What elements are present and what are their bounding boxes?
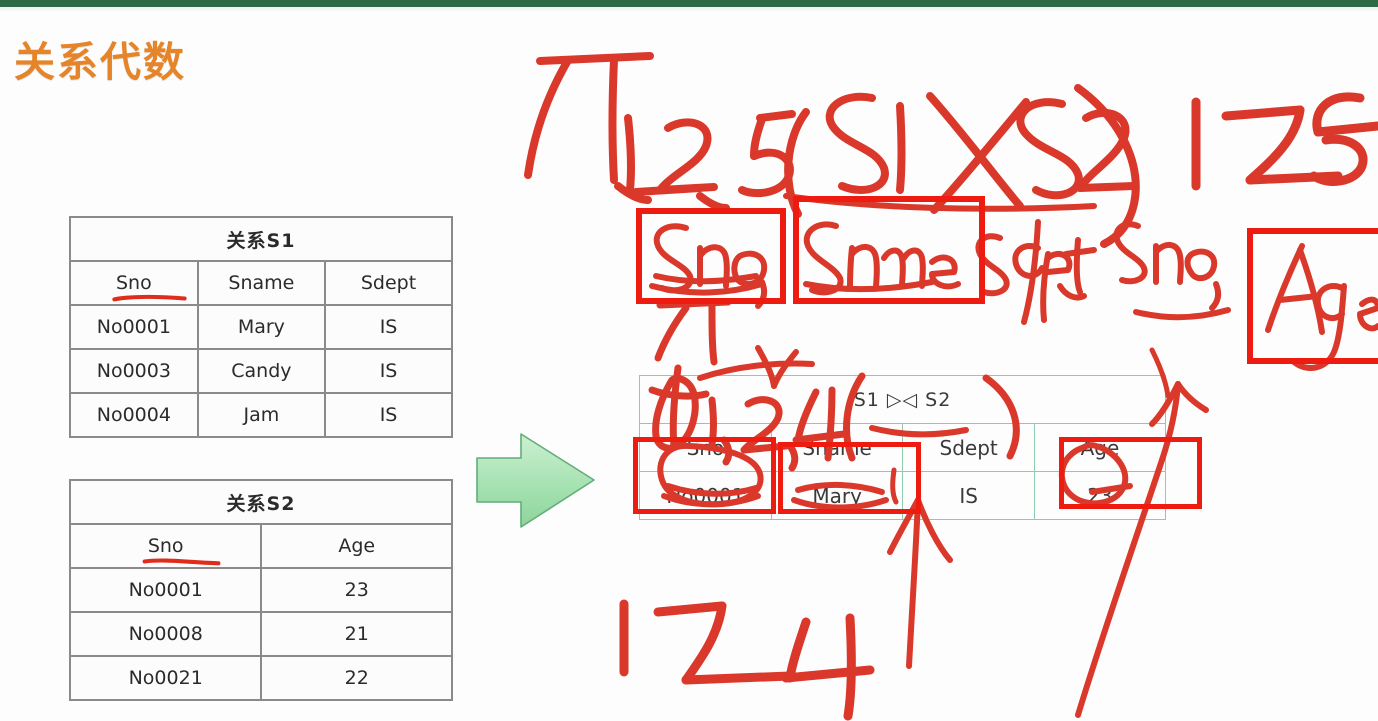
table-row: 关系S1 [69, 216, 453, 262]
s2-cell: 21 [260, 611, 453, 657]
redbox-join-header-sno [633, 437, 776, 514]
red-underline-icon [112, 294, 187, 302]
s1-header-sname: Sname [196, 260, 327, 306]
ink-arrow-to-sdept [887, 497, 953, 669]
ink-digits-124 [619, 599, 875, 721]
s1-cell: No0003 [69, 348, 199, 394]
s1-cell: IS [324, 392, 453, 438]
s1-cell: Candy [196, 348, 327, 394]
table-row: No0008 21 [68, 611, 453, 657]
s1-caption: 关系S1 [69, 216, 453, 262]
s2-cell: No0001 [68, 567, 263, 613]
table-row: Sno Sname Sdept [69, 260, 453, 306]
table-row: No0021 22 [68, 655, 453, 701]
top-accent-shade [0, 7, 1378, 12]
s2-header-age: Age [260, 523, 453, 569]
table-row: No0001 Mary IS [69, 304, 453, 350]
s2-caption: 关系S2 [69, 479, 453, 525]
redbox-attr-sname [793, 196, 985, 304]
s1-cell: Mary [196, 304, 327, 350]
join-caption: S1 ▷◁ S2 [639, 375, 1166, 424]
s2-cell: No0021 [68, 655, 263, 701]
table-row: No0003 Candy IS [69, 348, 453, 394]
table-relation-s1: 关系S1 Sno Sname Sdept No0001 Mary IS No00… [69, 216, 453, 438]
s1-cell: No0004 [69, 392, 199, 438]
ink-subscript-125 [614, 110, 796, 212]
top-accent-bar [0, 0, 1378, 7]
s1-header-sdept: Sdept [324, 260, 453, 306]
redbox-join-header-sname [778, 442, 921, 514]
s2-header-sno-label: Sno [147, 535, 184, 557]
s1-cell: Jam [196, 392, 327, 438]
s2-cell: No0008 [68, 611, 263, 657]
s2-cell: 22 [260, 655, 453, 701]
s1-cell: IS [324, 348, 453, 394]
table-row: No0004 Jam IS [69, 392, 453, 438]
s2-header-sno: Sno [68, 523, 263, 569]
red-underline-icon [142, 558, 221, 566]
ink-digits-125 [1191, 92, 1378, 191]
table-relation-s2: 关系S2 Sno Age No0001 23 No0008 21 No0021 … [68, 479, 453, 701]
redbox-join-header-age [1059, 437, 1202, 509]
slide-canvas: 关系代数 关系S1 Sno Sname Sdept No0001 Mary IS [0, 0, 1378, 721]
table-row: S1 ▷◁ S2 [639, 375, 1166, 424]
s1-header-sno: Sno [69, 260, 199, 306]
join-cell: IS [902, 471, 1035, 520]
s1-header-sno-label: Sno [115, 272, 152, 294]
ink-pi-under-sno [654, 298, 732, 366]
join-header-sdept: Sdept [902, 423, 1035, 472]
ink-pi-symbol-top [524, 52, 654, 184]
redbox-attr-sno [636, 208, 786, 304]
redbox-attr-age [1247, 228, 1378, 364]
table-row: Sno Age [68, 523, 453, 569]
transform-arrow-icon [476, 433, 595, 528]
table-row: 关系S2 [69, 479, 453, 525]
s1-cell: No0001 [69, 304, 199, 350]
page-title: 关系代数 [14, 38, 186, 86]
s1-cell: IS [324, 304, 453, 350]
table-row: No0001 23 [68, 567, 453, 613]
s2-cell: 23 [260, 567, 453, 613]
